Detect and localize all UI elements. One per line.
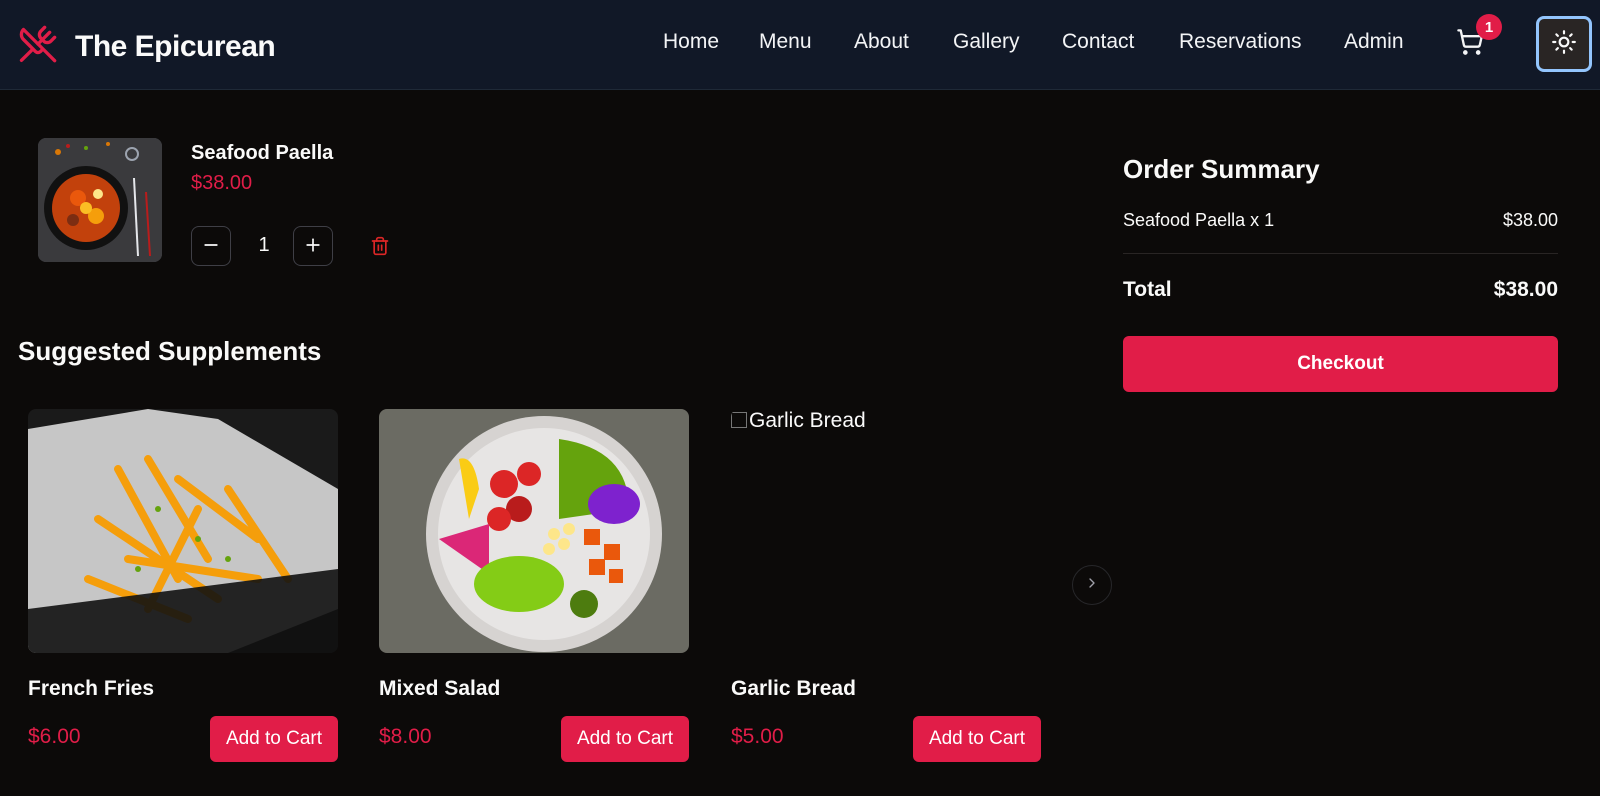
- suggestions-heading: Suggested Supplements: [18, 336, 322, 366]
- total-value: $38.00: [1493, 278, 1558, 301]
- cart-item-image: [38, 138, 162, 262]
- suggestion-card: Mixed Salad $8.00 Add to Cart: [379, 409, 689, 762]
- suggestion-name: Mixed Salad: [379, 677, 501, 700]
- add-to-cart-button[interactable]: Add to Cart: [561, 716, 689, 762]
- decrease-quantity-button[interactable]: [191, 226, 231, 266]
- brand-logo[interactable]: The Epicurean: [18, 24, 276, 69]
- shopping-cart-icon: [1456, 29, 1484, 60]
- cart-count-badge: 1: [1476, 14, 1502, 40]
- brand-name: The Epicurean: [75, 29, 276, 63]
- order-summary-heading: Order Summary: [1123, 154, 1320, 184]
- nav-admin[interactable]: Admin: [1344, 30, 1404, 54]
- theme-toggle-button[interactable]: [1536, 16, 1592, 72]
- nav-contact[interactable]: Contact: [1062, 30, 1134, 54]
- plus-icon: [303, 235, 323, 258]
- remove-item-button[interactable]: [370, 236, 390, 256]
- broken-image-placeholder: Garlic Bread: [731, 409, 1041, 653]
- suggestion-name: Garlic Bread: [731, 677, 856, 700]
- suggestion-price: $5.00: [731, 725, 784, 748]
- summary-line-label: Seafood Paella x 1: [1123, 210, 1275, 230]
- summary-divider: [1123, 253, 1558, 254]
- trash-icon: [370, 236, 390, 260]
- suggestion-card: Garlic Bread Garlic Bread $5.00 Add to C…: [731, 409, 1041, 762]
- broken-image-icon: [731, 412, 747, 428]
- cart-item-name: Seafood Paella: [191, 142, 334, 164]
- carousel-next-button[interactable]: [1072, 565, 1112, 605]
- utensils-crossed-icon: [18, 24, 58, 69]
- sun-icon: [1551, 29, 1577, 60]
- add-to-cart-button[interactable]: Add to Cart: [210, 716, 338, 762]
- total-label: Total: [1123, 278, 1172, 301]
- nav-gallery[interactable]: Gallery: [953, 30, 1020, 54]
- suggestion-image: [28, 409, 338, 653]
- nav-menu[interactable]: Menu: [759, 30, 812, 54]
- suggestion-price: $6.00: [28, 725, 81, 748]
- nav-home[interactable]: Home: [663, 30, 719, 54]
- checkout-button[interactable]: Checkout: [1123, 336, 1558, 392]
- site-header: The Epicurean Home Menu About Gallery Co…: [0, 0, 1600, 90]
- suggestion-image: [379, 409, 689, 653]
- image-alt-text: Garlic Bread: [749, 409, 866, 432]
- summary-line-value: $38.00: [1502, 210, 1558, 230]
- nav-reservations[interactable]: Reservations: [1179, 30, 1302, 54]
- suggestion-card: French Fries $6.00 Add to Cart: [28, 409, 338, 762]
- chevron-right-icon: [1084, 575, 1100, 596]
- nav-about[interactable]: About: [854, 30, 909, 54]
- minus-icon: [201, 235, 221, 258]
- quantity-value: 1: [258, 234, 270, 256]
- suggestion-name: French Fries: [28, 677, 155, 700]
- increase-quantity-button[interactable]: [293, 226, 333, 266]
- add-to-cart-button[interactable]: Add to Cart: [913, 716, 1041, 762]
- cart-item-price: $38.00: [191, 172, 253, 194]
- suggestion-price: $8.00: [379, 725, 432, 748]
